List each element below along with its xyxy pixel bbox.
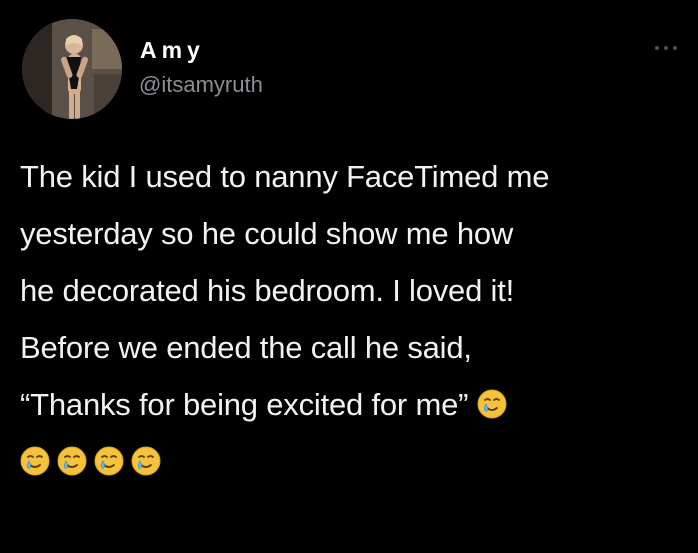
display-name[interactable]: Amy — [140, 37, 205, 64]
tweet-line: “Thanks for being excited for me” — [20, 387, 469, 422]
smiling-face-with-tear-icon — [477, 389, 507, 419]
profile-photo — [22, 19, 122, 119]
emoji-row — [20, 433, 690, 490]
avatar[interactable] — [22, 19, 122, 119]
more-dots-icon — [655, 46, 659, 50]
more-options-button[interactable] — [655, 44, 677, 52]
tweet-line-with-emoji: “Thanks for being excited for me” — [20, 376, 690, 433]
smiling-face-with-tear-icon — [131, 446, 161, 476]
tweet-text: The kid I used to nanny FaceTimed me yes… — [20, 148, 690, 490]
smiling-face-with-tear-icon — [94, 446, 124, 476]
smiling-face-with-tear-icon — [20, 446, 50, 476]
tweet-line: The kid I used to nanny FaceTimed me — [20, 159, 550, 194]
tweet-line: yesterday so he could show me how — [20, 216, 514, 251]
user-handle[interactable]: @itsamyruth — [139, 72, 263, 98]
smiling-face-with-tear-icon — [57, 446, 87, 476]
tweet-line: he decorated his bedroom. I loved it! — [20, 273, 515, 308]
tweet-line: Before we ended the call he said, — [20, 330, 472, 365]
